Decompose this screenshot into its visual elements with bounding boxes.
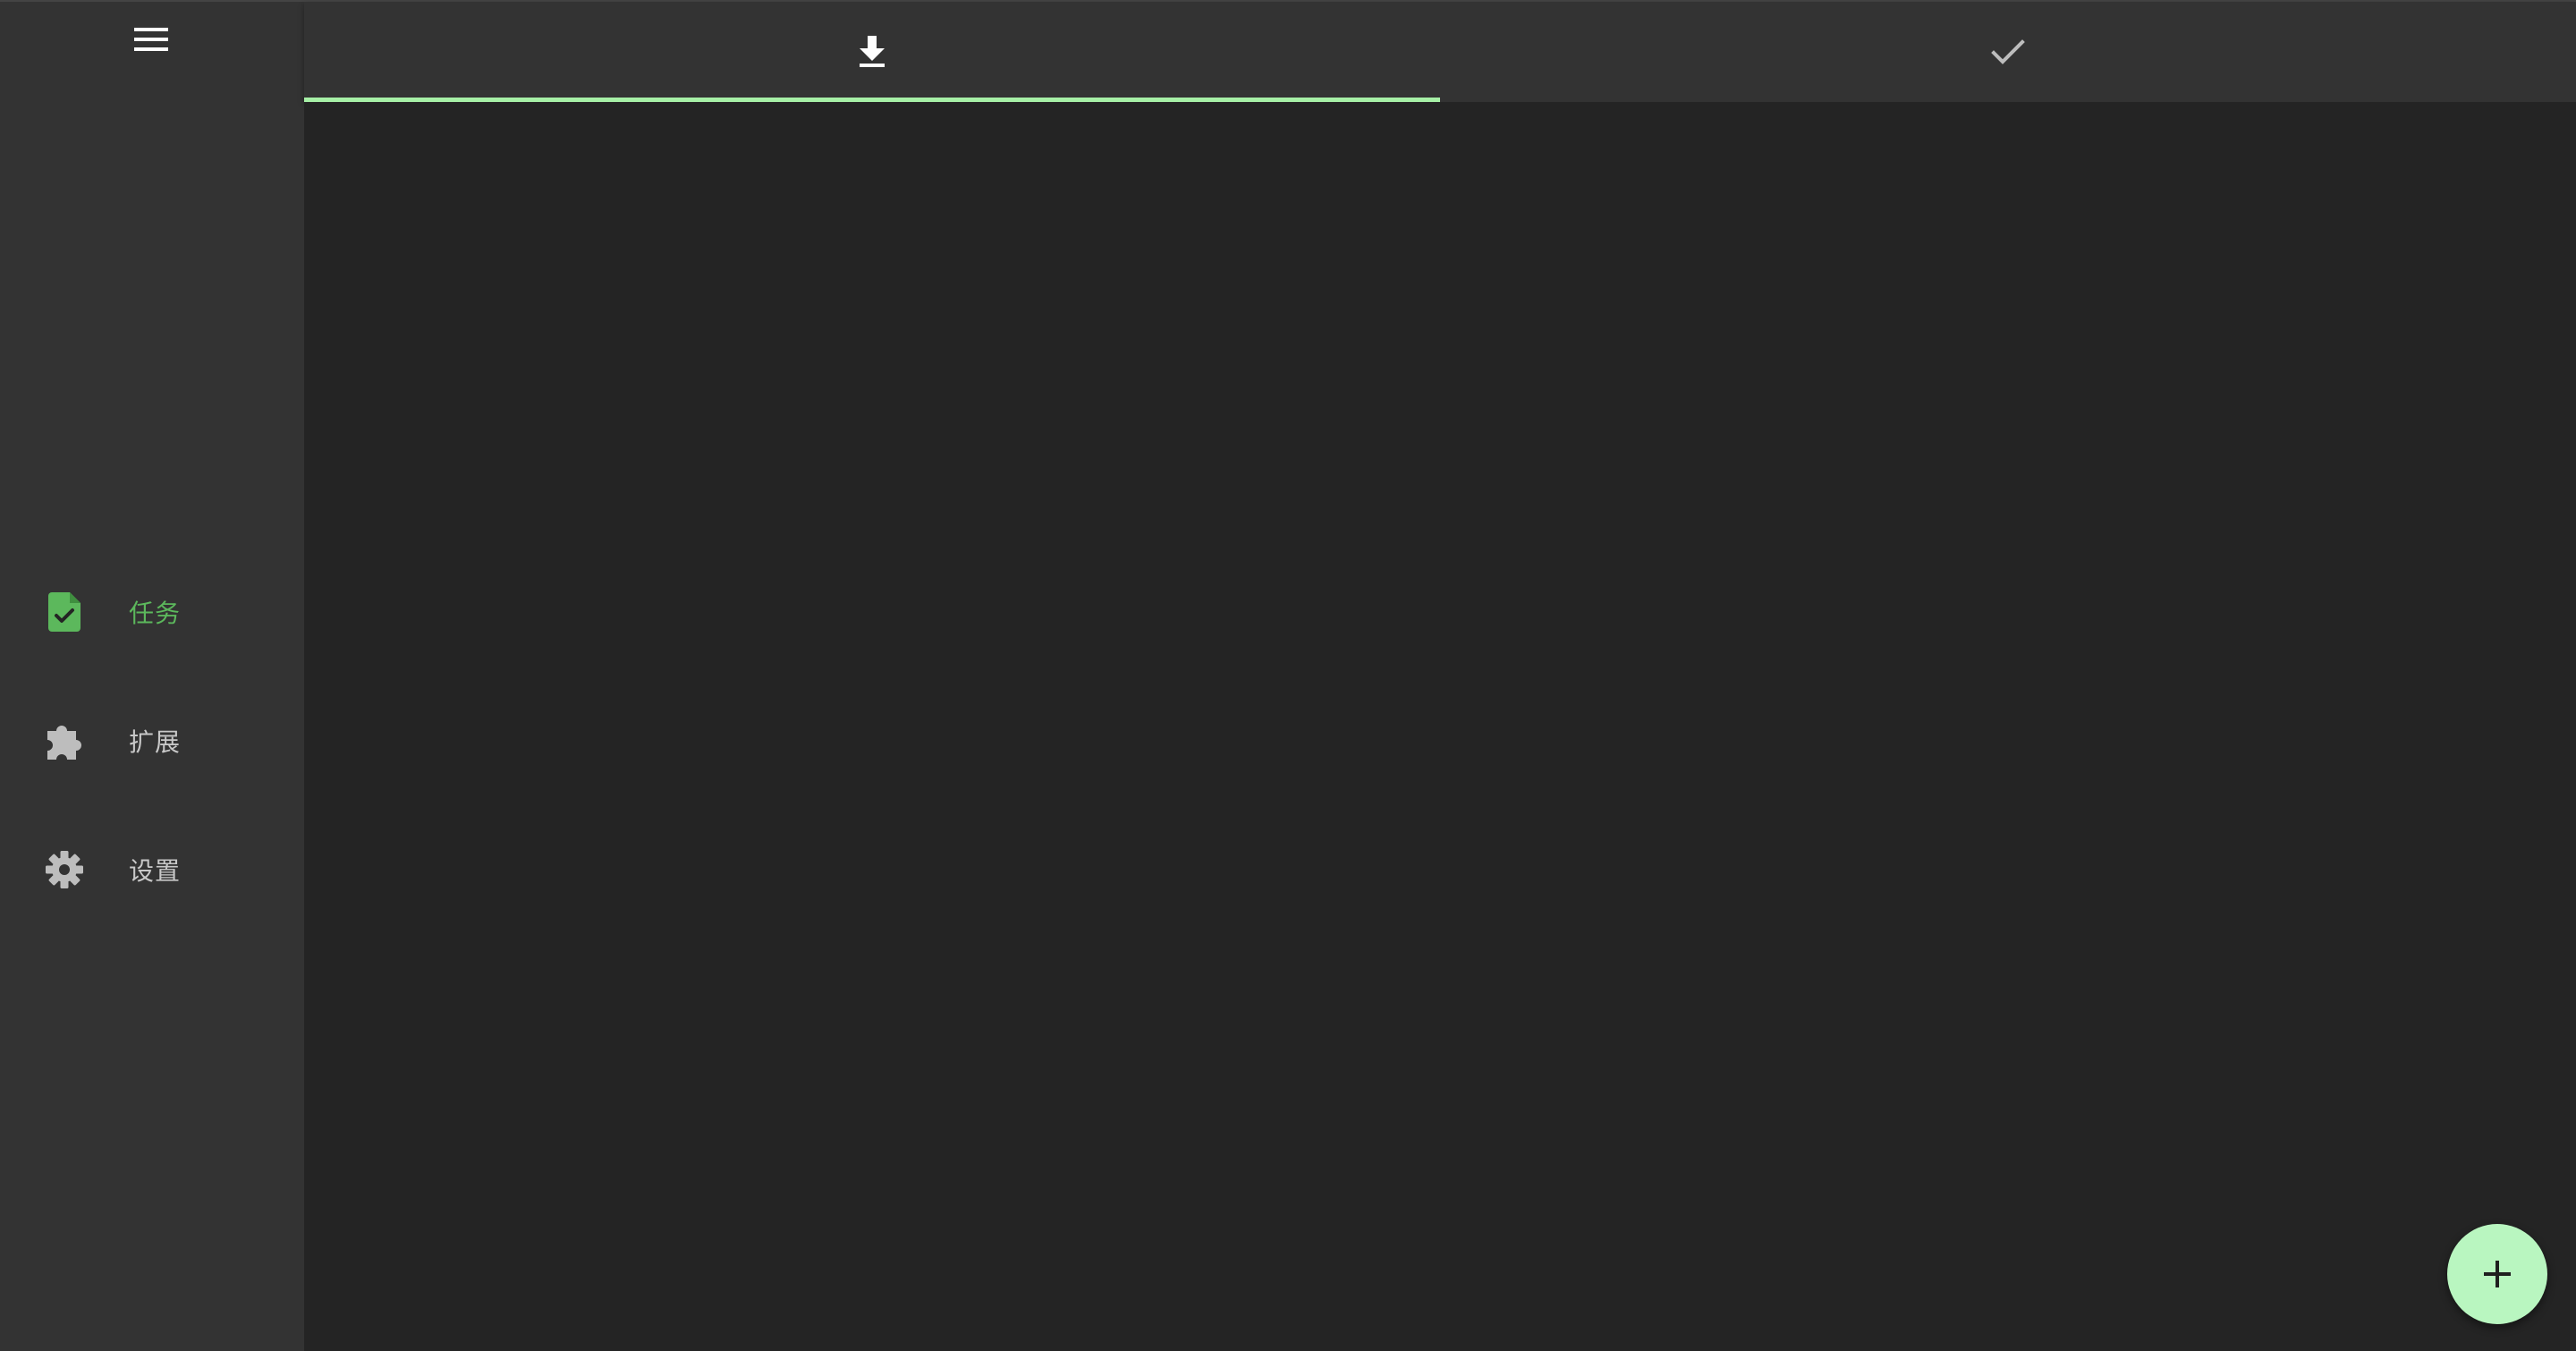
tab-downloading[interactable] (304, 2, 1440, 102)
menu-button[interactable] (131, 21, 172, 57)
menu-icon (134, 28, 168, 51)
task-list-area (304, 102, 2576, 1351)
plus-icon (2484, 1261, 2511, 1287)
sidebar-item-label: 任务 (129, 599, 182, 628)
tab-bar (304, 2, 2576, 102)
add-task-button[interactable] (2447, 1224, 2547, 1324)
sidebar-item-label: 扩展 (129, 727, 182, 757)
check-icon (1991, 39, 2025, 64)
download-icon (860, 36, 885, 67)
sidebar: 任务 扩展 设置 (0, 2, 304, 1351)
puzzle-icon (41, 718, 88, 764)
sidebar-nav: 任务 扩展 设置 (0, 548, 304, 934)
gear-icon (41, 846, 88, 893)
sidebar-item-label: 设置 (129, 856, 182, 886)
tab-completed[interactable] (1440, 2, 2576, 102)
sidebar-item-settings[interactable]: 设置 (0, 805, 304, 934)
sidebar-item-tasks[interactable]: 任务 (0, 548, 304, 676)
app-window: 任务 扩展 设置 (0, 0, 2576, 1351)
sidebar-item-extensions[interactable]: 扩展 (0, 676, 304, 805)
task-file-check-icon (41, 589, 88, 635)
